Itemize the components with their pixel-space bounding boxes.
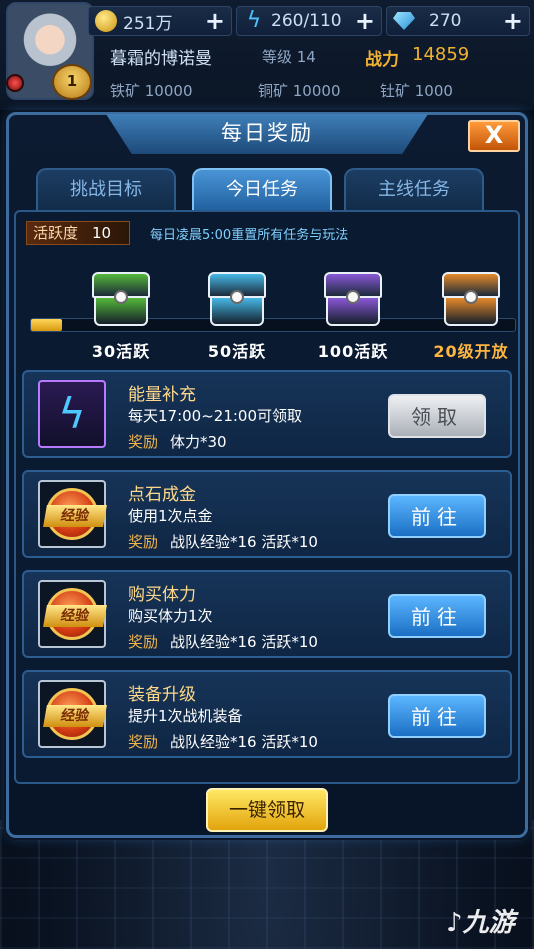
energy-bar: ϟ 260/110 +	[236, 6, 382, 36]
gold-value: 251万	[123, 13, 173, 34]
medal-text: 经验	[43, 705, 107, 727]
bolt-glyph: ϟ	[58, 389, 86, 438]
player-name: 暮霜的博诺曼	[110, 49, 212, 69]
lightning-bolt-icon: ϟ	[38, 380, 106, 448]
diamond-icon	[393, 12, 415, 30]
chest-lock	[346, 290, 360, 304]
task-reward-label: 奖励	[128, 433, 159, 451]
chest-lock	[464, 290, 478, 304]
chest-label: 100活跃	[317, 342, 389, 361]
chest-label: 20级开放	[433, 342, 509, 361]
medal-text: 经验	[43, 605, 107, 627]
task-title: 点石成金	[128, 485, 196, 505]
reward-chest-icon[interactable]	[440, 272, 502, 328]
energy-bolt-icon: ϟ	[246, 8, 262, 33]
copper-ore: 铜矿 10000	[258, 82, 341, 100]
gem-bar: 270 +	[386, 6, 530, 36]
task-description: 购买体力1次	[128, 607, 213, 625]
reward-chest-icon[interactable]	[90, 272, 152, 328]
nine-game-logo-icon: ♪	[446, 908, 463, 938]
task-card: 经验 购买体力购买体力1次 奖励 战队经验*16 活跃*10 前往	[22, 570, 512, 658]
task-reward-label: 奖励	[128, 733, 159, 751]
chest-label: 30活跃	[91, 342, 151, 361]
medal-text: 经验	[43, 505, 107, 527]
reward-chest-icon[interactable]	[206, 272, 268, 328]
task-card: 经验 装备升级提升1次战机装备 奖励 战队经验*16 活跃*10 前往	[22, 670, 512, 758]
medal-disc: 经验	[43, 588, 107, 640]
notification-dot	[6, 74, 24, 92]
watermark-text: 九游	[462, 908, 515, 938]
gold-bar: 251万 +	[88, 6, 232, 36]
task-reward-label: 奖励	[128, 633, 159, 651]
exp-medal-icon: 经验	[38, 680, 107, 748]
chest-lock	[230, 290, 244, 304]
task-description: 每天17:00~21:00可领取	[128, 407, 303, 425]
exp-medal-icon: 经验	[38, 480, 107, 548]
player-level: 等级 14	[262, 48, 316, 66]
thorium-ore: 钍矿 1000	[380, 82, 453, 100]
task-description: 使用1次点金	[128, 507, 213, 525]
reward-chest-icon[interactable]	[322, 272, 384, 328]
task-reward: 战队经验*16 活跃*10	[170, 533, 318, 551]
task-reward-label: 奖励	[128, 533, 159, 551]
task-reward: 战队经验*16 活跃*10	[170, 733, 318, 751]
one-key-claim-button[interactable]: 一键领取	[206, 788, 328, 832]
close-button[interactable]: X	[468, 120, 520, 152]
task-reward: 体力*30	[170, 433, 227, 451]
reset-note: 每日凌晨5:00重置所有任务与玩法	[150, 228, 349, 243]
chest-label: 50活跃	[207, 342, 267, 361]
medal-disc: 经验	[43, 688, 107, 740]
power-value: 14859	[412, 44, 470, 65]
panel-title: 每日奖励	[106, 114, 428, 154]
tab-today-tasks[interactable]: 今日任务	[192, 168, 332, 210]
task-card: 经验 点石成金使用1次点金 奖励 战队经验*16 活跃*10 前往	[22, 470, 512, 558]
task-description: 提升1次战机装备	[128, 707, 243, 725]
tab-main-tasks[interactable]: 主线任务	[344, 168, 484, 210]
task-title: 能量补充	[128, 385, 196, 405]
medal-disc: 经验	[43, 488, 107, 540]
watermark: ♪九游	[446, 902, 530, 942]
gem-value: 270	[429, 11, 462, 31]
top-hud: 1 251万 + ϟ 260/110 + 270 + 暮霜的博诺曼 等级 14 …	[0, 0, 534, 110]
energy-value: 260/110	[271, 11, 342, 31]
exp-medal-icon: 经验	[38, 580, 107, 648]
activity-value: 10	[92, 224, 112, 242]
power-label: 战力	[365, 50, 399, 70]
go-button[interactable]: 前往	[388, 594, 486, 638]
activity-tag: 活跃度 10	[26, 221, 130, 245]
iron-ore: 铁矿 10000	[110, 82, 193, 100]
task-reward: 战队经验*16 活跃*10	[170, 633, 318, 651]
go-button[interactable]: 前往	[388, 694, 486, 738]
task-card: ϟ 能量补充每天17:00~21:00可领取 奖励 体力*30 领取	[22, 370, 512, 458]
activity-label: 活跃度	[33, 224, 79, 242]
add-energy-button[interactable]: +	[355, 7, 375, 35]
tab-challenge-goals[interactable]: 挑战目标	[36, 168, 176, 210]
chest-lock	[114, 290, 128, 304]
task-title: 装备升级	[128, 685, 196, 705]
gold-coin-icon	[95, 10, 117, 32]
avatar-level-badge: 1	[52, 64, 92, 100]
go-button[interactable]: 前往	[388, 494, 486, 538]
claim-button[interactable]: 领取	[388, 394, 486, 438]
add-gold-button[interactable]: +	[205, 7, 225, 35]
add-gems-button[interactable]: +	[503, 7, 523, 35]
task-title: 购买体力	[128, 585, 196, 605]
activity-progress-fill	[31, 319, 63, 331]
